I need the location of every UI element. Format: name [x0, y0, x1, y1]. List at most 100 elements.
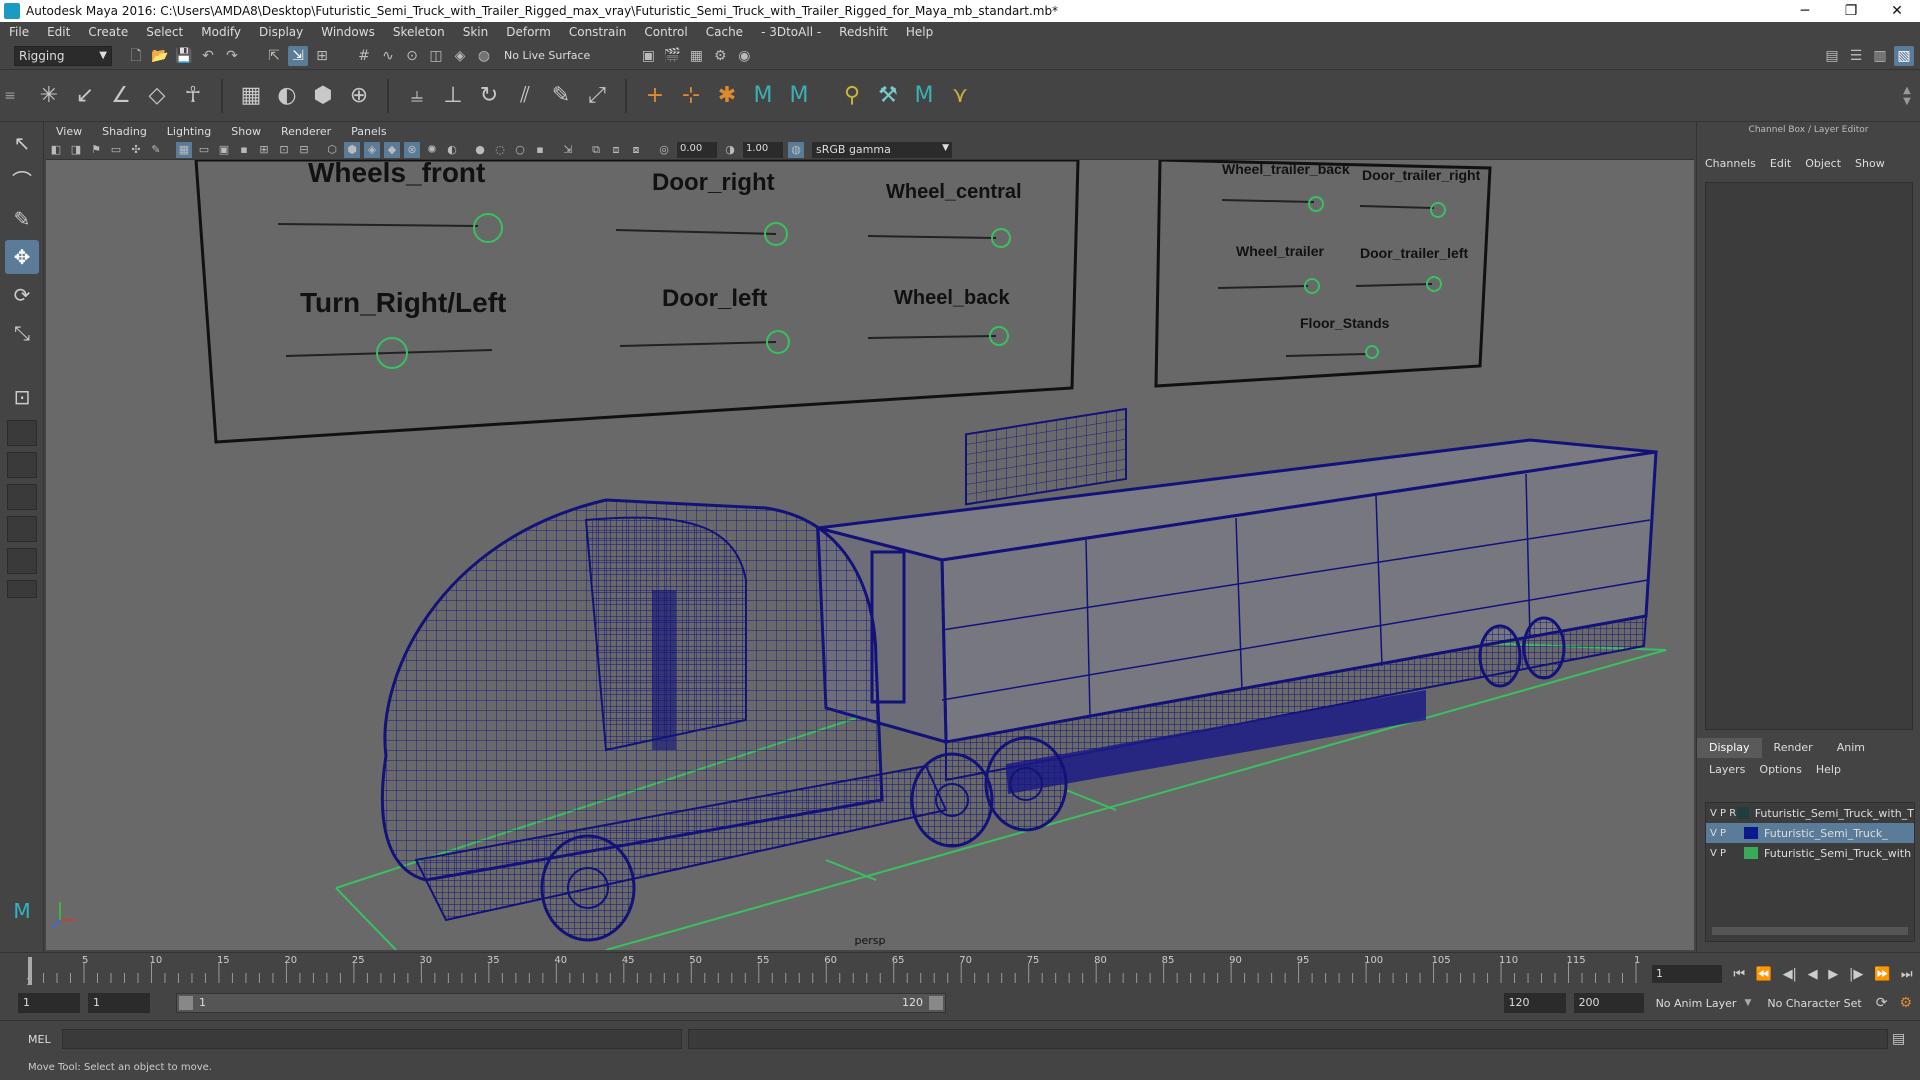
- save-scene-icon[interactable]: 💾: [174, 46, 194, 66]
- edit-menu[interactable]: Edit: [1770, 157, 1791, 170]
- mode-selector[interactable]: Rigging ▼: [14, 45, 112, 66]
- layout-single-icon[interactable]: [7, 580, 37, 598]
- safe-action-icon[interactable]: ⊡: [276, 142, 292, 158]
- resolution-gate-icon[interactable]: ▣: [216, 142, 232, 158]
- menu-skeleton[interactable]: Skeleton: [384, 25, 454, 39]
- range-slider-start-handle[interactable]: [179, 996, 193, 1010]
- snap-curve-icon[interactable]: ∿: [378, 46, 398, 66]
- animation-end-field[interactable]: 200: [1573, 993, 1644, 1013]
- layer-visibility-flags[interactable]: V P: [1710, 828, 1744, 839]
- shelf-menu-icon[interactable]: ≡: [0, 88, 20, 104]
- layer-color-swatch[interactable]: [1744, 827, 1758, 839]
- redo-icon[interactable]: ↷: [222, 46, 242, 66]
- grid-toggle-icon[interactable]: ▦: [176, 141, 192, 158]
- scale-constraint-icon[interactable]: M: [784, 81, 814, 111]
- colorspace-selector[interactable]: sRGB gamma ▼: [812, 141, 952, 158]
- select-tool-icon[interactable]: ↖: [5, 126, 39, 160]
- show-menu[interactable]: Show: [1855, 157, 1885, 170]
- pole-vector-icon[interactable]: ⚲: [837, 81, 867, 111]
- textured-icon[interactable]: ◆: [384, 141, 400, 158]
- wrap-deformer-icon[interactable]: ⬢: [308, 81, 338, 111]
- layer-list-scrollbar[interactable]: [1712, 927, 1908, 935]
- hypershade-icon[interactable]: ◉: [734, 46, 754, 66]
- xray-icon[interactable]: ⊗: [404, 141, 420, 158]
- layer-row[interactable]: V P Futuristic_Semi_Truck_with: [1706, 843, 1914, 863]
- menu-create[interactable]: Create: [79, 25, 137, 39]
- menu-select[interactable]: Select: [137, 25, 192, 39]
- range-slider-end-handle[interactable]: [929, 996, 943, 1010]
- command-input[interactable]: [62, 1029, 682, 1049]
- depth-of-field-icon[interactable]: ▪: [532, 142, 548, 158]
- workspace-icon[interactable]: ▤: [1822, 46, 1842, 66]
- blend-shape-icon[interactable]: ⊕: [344, 81, 374, 111]
- live-surface-label[interactable]: No Live Surface: [504, 49, 590, 62]
- menu-display[interactable]: Display: [250, 25, 312, 39]
- time-slider[interactable]: 5 10 15 20 25 30 35 40 45 50 55 60 65 70 75 80 85 90 95 100…: [0, 952, 1920, 988]
- go-to-end-icon[interactable]: ⏭: [1901, 967, 1913, 982]
- menu-edit[interactable]: Edit: [38, 25, 79, 39]
- exposure-field[interactable]: 0.00: [677, 141, 717, 158]
- layout-hypershade-icon[interactable]: [7, 548, 37, 574]
- normal-constraint-icon[interactable]: M: [909, 81, 939, 111]
- layer-help-menu[interactable]: Help: [1816, 763, 1841, 776]
- layout-graph-icon[interactable]: [7, 516, 37, 542]
- select-object-icon[interactable]: ⇲: [288, 45, 308, 66]
- panel-menu-lighting[interactable]: Lighting: [157, 125, 221, 138]
- object-menu[interactable]: Object: [1805, 157, 1841, 170]
- lasso-tool-icon[interactable]: ⌒: [5, 164, 39, 198]
- command-language-label[interactable]: MEL: [28, 1033, 51, 1046]
- layers-menu[interactable]: Layers: [1709, 763, 1745, 776]
- grease-pencil-icon[interactable]: ✎: [148, 142, 164, 158]
- select-hierarchy-icon[interactable]: ⇱: [264, 46, 284, 66]
- smooth-bind-icon[interactable]: ↻: [474, 81, 504, 111]
- chevron-down-icon[interactable]: ▼: [1744, 998, 1751, 1008]
- select-component-icon[interactable]: ⊞: [312, 46, 332, 66]
- screen-ao-icon[interactable]: ●: [472, 142, 488, 158]
- new-scene-icon[interactable]: 🗋: [126, 46, 146, 66]
- ik-spline-icon[interactable]: ∠: [106, 81, 136, 111]
- panel-menu-show[interactable]: Show: [221, 125, 271, 138]
- playback-end-field[interactable]: 120: [1503, 993, 1566, 1013]
- xray-joints-icon[interactable]: ⧉: [588, 142, 604, 158]
- menu-file[interactable]: File: [0, 25, 38, 39]
- trailer-mesh[interactable]: [816, 407, 1658, 794]
- character-set-selector[interactable]: No Character Set: [1767, 997, 1861, 1010]
- copy-weights-icon[interactable]: ✎: [546, 81, 576, 111]
- layout-four-view-icon[interactable]: [7, 420, 37, 446]
- panel-menu-shading[interactable]: Shading: [92, 125, 157, 138]
- snap-grid-icon[interactable]: #: [354, 46, 374, 66]
- image-plane-icon[interactable]: ▭: [108, 142, 124, 158]
- layer-row[interactable]: V P Futuristic_Semi_Truck_: [1706, 823, 1914, 843]
- snap-view-icon[interactable]: ◫: [426, 46, 446, 66]
- play-backward-icon[interactable]: ◀: [1808, 967, 1818, 982]
- tab-anim[interactable]: Anim: [1825, 738, 1877, 758]
- layer-row[interactable]: V P R Futuristic_Semi_Truck_with_T: [1706, 803, 1914, 823]
- 2d-pan-icon[interactable]: ✣: [128, 142, 144, 158]
- safe-title-icon[interactable]: ⊟: [296, 142, 312, 158]
- isolate-select-icon[interactable]: ⇲: [560, 142, 576, 158]
- animation-start-field[interactable]: 1: [18, 993, 80, 1013]
- paint-weights-icon[interactable]: ⊥: [438, 81, 468, 111]
- script-editor-icon[interactable]: ▤: [1892, 1031, 1905, 1047]
- mirror-weights-icon[interactable]: ⫽: [510, 81, 540, 111]
- open-scene-icon[interactable]: 📂: [150, 46, 170, 66]
- menu-windows[interactable]: Windows: [312, 25, 384, 39]
- options-menu[interactable]: Options: [1759, 763, 1801, 776]
- step-back-key-icon[interactable]: ⏪: [1756, 967, 1772, 982]
- shadows-icon[interactable]: ◐: [444, 142, 460, 158]
- snap-live-icon[interactable]: ◍: [474, 46, 494, 66]
- wireframe-icon[interactable]: ⬡: [324, 142, 340, 158]
- render-view-icon[interactable]: ▣: [638, 46, 658, 66]
- minimize-button[interactable]: ─: [1782, 3, 1828, 19]
- anim-layer-selector[interactable]: No Anim Layer: [1656, 997, 1737, 1010]
- range-slider[interactable]: 1 120: [176, 993, 946, 1013]
- anti-alias-icon[interactable]: ○: [512, 142, 528, 158]
- rotate-tool-icon[interactable]: ⟳: [5, 278, 39, 312]
- step-back-frame-icon[interactable]: ◀|: [1783, 967, 1797, 982]
- camera-attributes-icon[interactable]: ◨: [68, 142, 84, 158]
- bind-skin-icon[interactable]: ⫨: [402, 81, 432, 111]
- ik-handle-icon[interactable]: ↙: [70, 81, 100, 111]
- parent-constraint-icon[interactable]: M: [748, 81, 778, 111]
- close-button[interactable]: ✕: [1874, 3, 1920, 19]
- maximize-button[interactable]: ❐: [1828, 3, 1874, 19]
